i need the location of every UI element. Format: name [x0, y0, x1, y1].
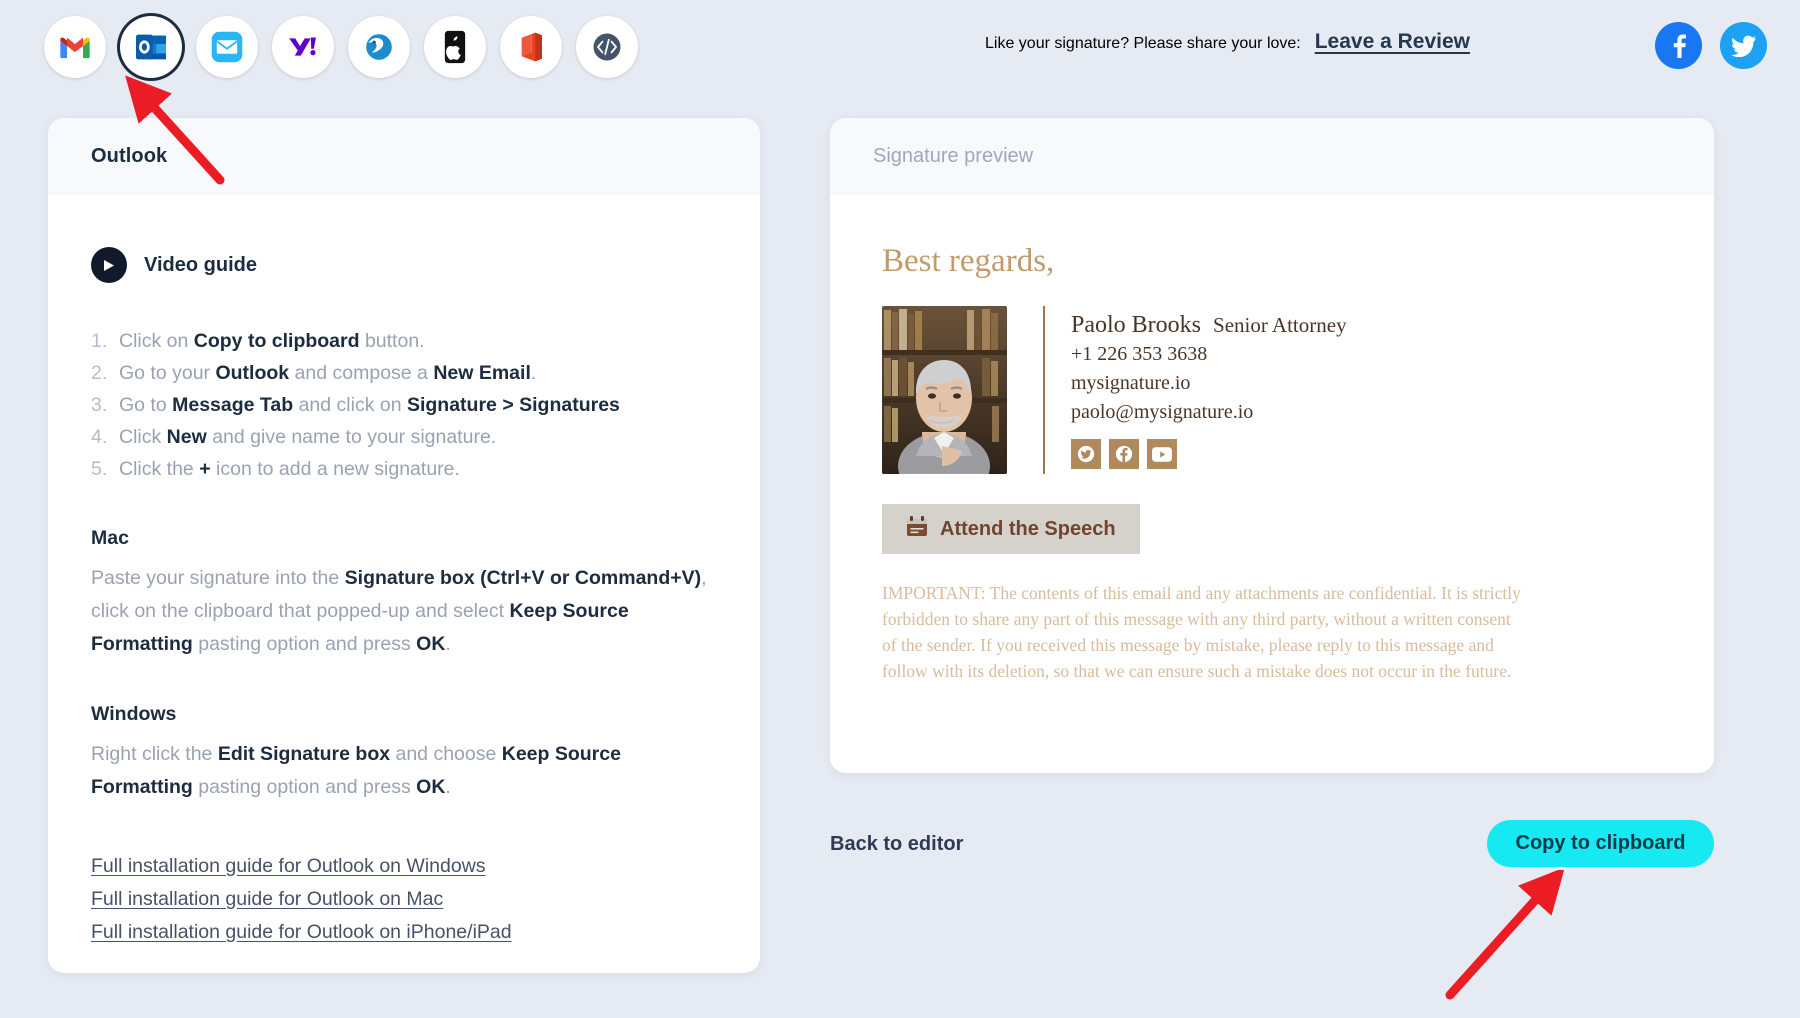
twitter-share-button[interactable] — [1720, 22, 1767, 69]
copy-to-clipboard-button[interactable]: Copy to clipboard — [1487, 820, 1714, 867]
step-text: Click the + icon to add a new signature. — [119, 458, 460, 480]
signature-name: Paolo Brooks — [1071, 312, 1202, 338]
app-icon-gmail[interactable] — [44, 16, 106, 78]
signature-divider — [1043, 306, 1045, 474]
signature-regards: Best regards, — [882, 243, 1055, 279]
signature-disclaimer: IMPORTANT: The contents of this email an… — [882, 583, 1521, 681]
step-text: Go to your Outlook and compose a New Ema… — [119, 362, 537, 384]
app-icon-apple-mail[interactable] — [196, 16, 258, 78]
back-to-editor-link[interactable]: Back to editor — [830, 833, 963, 856]
facebook-share-button[interactable] — [1655, 22, 1702, 69]
twitter-icon — [1730, 35, 1756, 57]
signature-phone: +1 226 353 3638 — [1071, 343, 1208, 365]
play-icon — [91, 247, 127, 283]
video-guide-label: Video guide — [144, 253, 257, 276]
preview-title: Signature preview — [873, 145, 1034, 167]
signature-website[interactable]: mysignature.io — [1071, 369, 1347, 398]
top-social-links — [1655, 22, 1767, 69]
signature-body: Paolo Brooks Senior Attorney +1 226 353 … — [882, 306, 1662, 474]
preview-card-header: Signature preview — [830, 118, 1714, 195]
instructions-card-header: Outlook — [48, 118, 760, 195]
step-item: 4. Click New and give name to your signat… — [91, 421, 717, 453]
app-icon-html-code[interactable] — [576, 16, 638, 78]
instructions-card-body: Video guide 1. Click on Copy to clipboard… — [48, 195, 760, 949]
step-item: 5. Click the + icon to add a new signatur… — [91, 453, 717, 485]
step-item: 3. Go to Message Tab and click on Signatu… — [91, 389, 717, 421]
guide-links: Full installation guide for Outlook on W… — [91, 850, 717, 949]
signature-name-row: Paolo Brooks Senior Attorney — [1071, 310, 1347, 340]
app-icon-office365[interactable] — [500, 16, 562, 78]
step-number: 3. — [91, 394, 108, 416]
signature-details: Paolo Brooks Senior Attorney +1 226 353 … — [1071, 306, 1347, 469]
app-icon-thunderbird[interactable] — [348, 16, 410, 78]
step-number: 2. — [91, 362, 108, 384]
step-text: Click on Copy to clipboard button. — [119, 330, 425, 352]
app-icon-outlook[interactable] — [120, 16, 182, 78]
step-number: 1. — [91, 330, 108, 352]
code-icon — [593, 33, 621, 61]
windows-instructions: Right click the Edit Signature box and c… — [91, 743, 621, 798]
mac-heading: Mac — [91, 527, 129, 549]
signature-social-icons — [1071, 439, 1347, 469]
step-text: Click New and give name to your signatur… — [119, 426, 497, 448]
instructions-card: Outlook Video guide 1. Click on Copy to c… — [48, 118, 760, 973]
facebook-icon[interactable] — [1109, 439, 1139, 469]
app-icon-iphone[interactable] — [424, 16, 486, 78]
top-bar: Like your signature? Please share your l… — [0, 0, 1800, 104]
avatar — [882, 306, 1007, 474]
gmail-icon — [60, 37, 90, 58]
video-guide-button[interactable]: Video guide — [91, 247, 717, 283]
windows-heading: Windows — [91, 703, 177, 725]
calendar-icon — [906, 516, 928, 542]
guide-link[interactable]: Full installation guide for Outlook on M… — [91, 883, 717, 916]
page-title: Outlook — [91, 145, 168, 167]
yahoo-icon — [289, 37, 316, 56]
step-number: 4. — [91, 426, 108, 448]
step-item: 2. Go to your Outlook and compose a New E… — [91, 357, 717, 389]
office-icon — [521, 32, 542, 62]
youtube-icon[interactable] — [1147, 439, 1177, 469]
step-item: 1. Click on Copy to clipboard button. — [91, 325, 717, 357]
iphone-icon — [444, 30, 466, 64]
leave-a-review-link[interactable]: Leave a Review — [1315, 30, 1470, 54]
step-text: Go to Message Tab and click on Signature… — [119, 394, 620, 416]
share-text: Like your signature? Please share your l… — [985, 35, 1301, 52]
mac-instructions: Paste your signature into the Signature … — [91, 567, 707, 655]
signature-preview-card: Signature preview Best regards, Paolo Br… — [830, 118, 1714, 773]
twitter-icon[interactable] — [1071, 439, 1101, 469]
step-number: 5. — [91, 458, 108, 480]
attend-the-speech-button[interactable]: Attend the Speech — [882, 504, 1140, 554]
signature-email[interactable]: paolo@mysignature.io — [1071, 398, 1347, 427]
outlook-icon — [136, 34, 166, 60]
email-client-selector — [44, 16, 638, 78]
facebook-icon — [1673, 33, 1686, 58]
signature-install-page: Like your signature? Please share your l… — [0, 0, 1800, 1018]
guide-link[interactable]: Full installation guide for Outlook on W… — [91, 850, 717, 883]
attend-the-speech-label: Attend the Speech — [940, 517, 1116, 540]
email-signature: Best regards, Paolo Brooks Senior Attorn… — [830, 195, 1714, 684]
steps-list: 1. Click on Copy to clipboard button. 2. Go… — [91, 325, 717, 485]
portrait-photo — [882, 306, 1007, 474]
apple-mail-icon — [211, 31, 243, 63]
guide-link[interactable]: Full installation guide for Outlook on i… — [91, 916, 717, 949]
share-prompt: Like your signature? Please share your l… — [985, 30, 1470, 54]
annotation-arrow-to-copy-button — [1445, 870, 1565, 1000]
signature-job-title: Senior Attorney — [1213, 313, 1347, 337]
app-icon-yahoo-mail[interactable] — [272, 16, 334, 78]
thunderbird-icon — [366, 34, 392, 60]
